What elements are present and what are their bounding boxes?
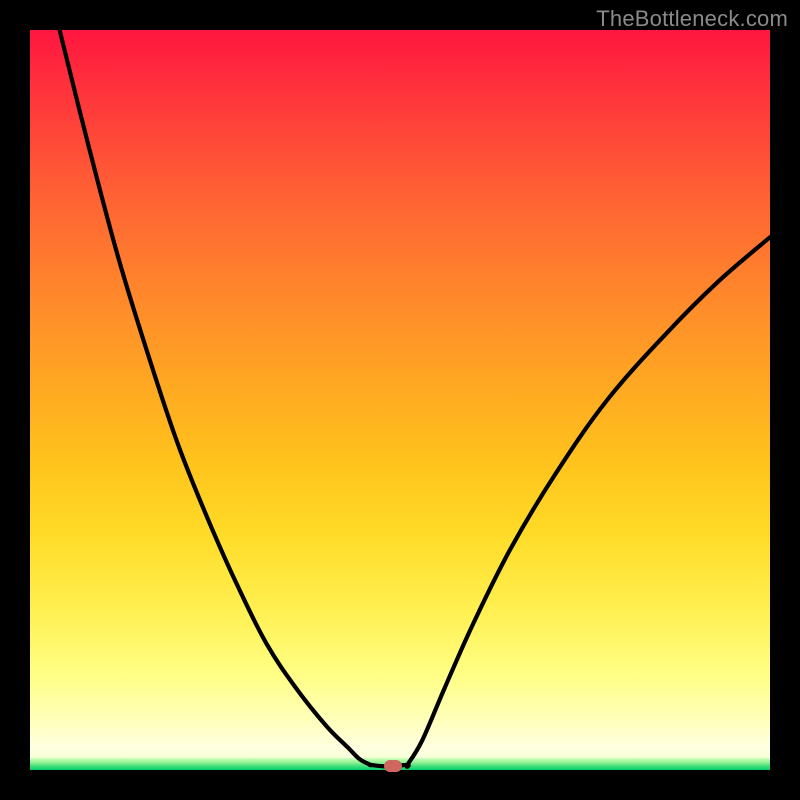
optimal-marker	[384, 760, 402, 772]
bottleneck-curve	[30, 30, 770, 770]
chart-frame: TheBottleneck.com	[0, 0, 800, 800]
watermark-text: TheBottleneck.com	[596, 6, 788, 32]
curve-path	[60, 30, 770, 767]
